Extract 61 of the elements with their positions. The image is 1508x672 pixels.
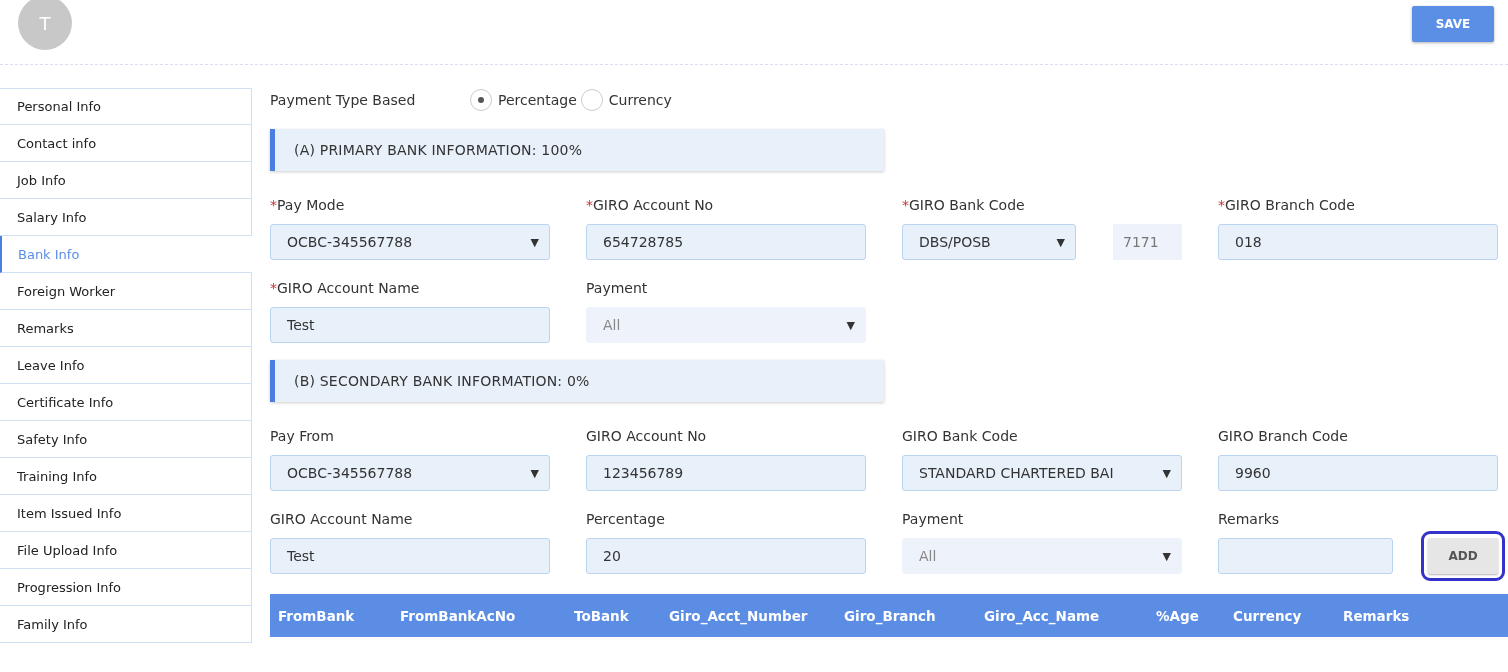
column-header: Giro_Acc_Name <box>984 607 1101 624</box>
column-header: Remarks <box>1343 607 1411 624</box>
sidebar-item[interactable]: Contact info <box>0 125 252 162</box>
select-field[interactable]: OCBC-345567788 ▼ <box>270 455 550 491</box>
select-field[interactable]: OCBC-345567788 ▼ <box>270 224 550 260</box>
dropdown-arrow-icon: ▼ <box>1162 466 1171 480</box>
sidebar-item[interactable]: Item Issued Info <box>0 495 252 532</box>
sidebar-item[interactable]: Remarks <box>0 310 252 347</box>
field-label: Percentage <box>586 511 666 529</box>
input-field[interactable] <box>1218 538 1393 574</box>
section-header: (A) PRIMARY BANK INFORMATION: 100% <box>270 129 884 171</box>
column-header: ToBank <box>574 607 630 624</box>
sidebar-item[interactable]: Progression Info <box>0 569 252 606</box>
field-label: GIRO Bank Code <box>902 428 1019 446</box>
sidebar-item[interactable]: Certificate Info <box>0 384 252 421</box>
radio-label: Currency <box>608 92 672 108</box>
field-label: *Pay Mode <box>270 197 346 215</box>
sidebar-item[interactable]: Leave Info <box>0 347 252 384</box>
sidebar-item[interactable]: File Upload Info <box>0 532 252 569</box>
sidebar-item[interactable]: Safety Info <box>0 421 252 458</box>
column-header: Currency <box>1233 607 1303 624</box>
dropdown-arrow-icon: ▼ <box>1056 235 1065 249</box>
field-label: Remarks <box>1218 511 1281 529</box>
select-field[interactable]: DBS/POSB ▼ <box>902 224 1076 260</box>
input-field[interactable]: 018 <box>1218 224 1498 260</box>
select-field[interactable]: STANDARD CHARTERED BAI ▼ <box>902 455 1182 491</box>
sidebar-item[interactable]: Family Info <box>0 606 252 643</box>
field-label: GIRO Account Name <box>270 511 414 529</box>
input-field[interactable]: 654728785 <box>586 224 866 260</box>
dropdown-arrow-icon: ▼ <box>1162 549 1171 563</box>
field-label: Payment <box>902 511 965 529</box>
radio-label: Percentage <box>498 92 577 108</box>
field-label: *GIRO Account Name <box>270 280 421 298</box>
section-header: (B) SECONDARY BANK INFORMATION: 0% <box>270 360 884 402</box>
field-label: *GIRO Branch Code <box>1218 197 1356 215</box>
column-header: Giro_Branch <box>844 607 937 624</box>
column-header: FromBankAcNo <box>400 607 517 624</box>
dropdown-arrow-icon: ▼ <box>846 318 855 332</box>
input-field[interactable]: Test <box>270 538 550 574</box>
sidebar-item[interactable]: Salary Info <box>0 199 252 236</box>
field-label: *GIRO Bank Code <box>902 197 1026 215</box>
dropdown-arrow-icon: ▼ <box>530 466 539 480</box>
column-header: FromBank <box>278 607 356 624</box>
input-field[interactable]: 9960 <box>1218 455 1498 491</box>
sidebar-item[interactable]: Job Info <box>0 162 252 199</box>
payment-type-label: Payment Type Based <box>270 92 417 108</box>
field-label: GIRO Account No <box>586 428 708 446</box>
field-label: Pay From <box>270 428 335 446</box>
bank-code-field: 7171 <box>1113 224 1182 260</box>
column-header: %Age <box>1156 607 1200 624</box>
sidebar-item[interactable]: Foreign Worker <box>0 273 252 310</box>
field-label: *GIRO Account No <box>586 197 715 215</box>
sidebar-item[interactable]: Training Info <box>0 458 252 495</box>
dropdown-arrow-icon: ▼ <box>530 235 539 249</box>
field-label: Payment <box>586 280 649 298</box>
sidebar-item[interactable]: Personal Info <box>0 88 252 125</box>
input-field[interactable]: 20 <box>586 538 866 574</box>
column-header: Giro_Acct_Number <box>669 607 809 624</box>
input-field[interactable]: Test <box>270 307 550 343</box>
input-field[interactable]: 123456789 <box>586 455 866 491</box>
field-label: GIRO Branch Code <box>1218 428 1349 446</box>
